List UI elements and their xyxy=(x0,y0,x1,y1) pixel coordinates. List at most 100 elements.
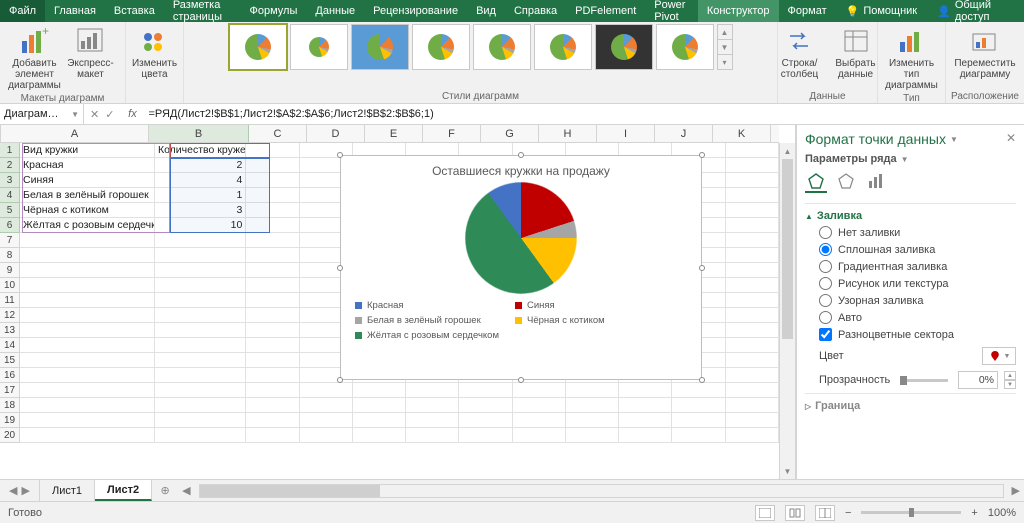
cell[interactable] xyxy=(619,383,672,398)
cell[interactable] xyxy=(619,413,672,428)
cell[interactable] xyxy=(726,368,779,383)
cell[interactable] xyxy=(619,398,672,413)
change-colors-button[interactable]: Изменить цвета xyxy=(129,24,181,82)
style-5[interactable] xyxy=(473,24,531,70)
zoom-in[interactable]: + xyxy=(971,507,977,519)
tab-design[interactable]: Конструктор xyxy=(698,0,779,22)
fill-none-radio[interactable]: Нет заливки xyxy=(819,226,1016,239)
cell[interactable] xyxy=(155,293,246,308)
cell[interactable] xyxy=(20,233,155,248)
cell[interactable]: 3 xyxy=(155,203,246,218)
cell[interactable]: 1 xyxy=(155,188,246,203)
cell[interactable] xyxy=(726,383,779,398)
cell[interactable] xyxy=(459,428,512,443)
cell[interactable] xyxy=(566,428,619,443)
cell[interactable] xyxy=(353,413,406,428)
formula-cancel[interactable]: ✕ xyxy=(90,108,99,121)
cell[interactable] xyxy=(246,368,299,383)
cell[interactable] xyxy=(246,233,299,248)
fill-gradient-radio[interactable]: Градиентная заливка xyxy=(819,260,1016,273)
col-header-E[interactable]: E xyxy=(365,125,423,142)
cell[interactable] xyxy=(20,353,155,368)
cell[interactable]: Чёрная с котиком xyxy=(20,203,155,218)
cell[interactable] xyxy=(353,428,406,443)
row-header[interactable]: 16 xyxy=(0,368,20,383)
sheet-tab-2[interactable]: Лист2 xyxy=(95,480,152,501)
chart-object[interactable]: Оставшиеся кружки на продажу КраснаяСиня… xyxy=(340,155,702,380)
zoom-level[interactable]: 100% xyxy=(988,507,1016,519)
col-header-I[interactable]: I xyxy=(597,125,655,142)
cell[interactable]: Вид кружки xyxy=(20,143,155,158)
cell[interactable]: Синяя xyxy=(20,173,155,188)
tab-file[interactable]: Файл xyxy=(0,0,45,22)
chart-legend[interactable]: КраснаяСиняяБелая в зелёный горошекЧёрна… xyxy=(341,294,701,347)
cell[interactable]: 4 xyxy=(155,173,246,188)
pie-plot[interactable] xyxy=(465,182,577,294)
cell[interactable] xyxy=(246,248,299,263)
cell[interactable] xyxy=(246,293,299,308)
tab-data[interactable]: Данные xyxy=(306,0,364,22)
cell[interactable] xyxy=(155,323,246,338)
hscroll-right[interactable]: ▶ xyxy=(1008,484,1024,497)
style-4[interactable] xyxy=(412,24,470,70)
cell[interactable] xyxy=(20,413,155,428)
cell[interactable] xyxy=(20,383,155,398)
row-header[interactable]: 14 xyxy=(0,338,20,353)
cell[interactable] xyxy=(246,428,299,443)
cell[interactable] xyxy=(246,173,299,188)
vary-colors-check[interactable]: Разноцветные сектора xyxy=(819,328,1016,341)
cell[interactable] xyxy=(300,398,353,413)
cell[interactable] xyxy=(246,398,299,413)
cell[interactable] xyxy=(20,398,155,413)
cell[interactable] xyxy=(406,428,459,443)
view-normal[interactable] xyxy=(755,505,775,521)
cell[interactable] xyxy=(726,158,779,173)
tab-insert[interactable]: Вставка xyxy=(105,0,164,22)
share-button[interactable]: 👤 Общий доступ xyxy=(927,0,1024,23)
cell[interactable] xyxy=(300,413,353,428)
cell[interactable] xyxy=(513,383,566,398)
cell[interactable] xyxy=(155,278,246,293)
horizontal-scrollbar[interactable] xyxy=(199,484,1004,498)
tab-format[interactable]: Формат xyxy=(779,0,836,22)
sheet-tab-1[interactable]: Лист1 xyxy=(40,480,95,501)
transparency-value[interactable]: 0% xyxy=(958,371,998,389)
cell[interactable] xyxy=(726,218,779,233)
cell[interactable] xyxy=(353,383,406,398)
switch-rowcol-button[interactable]: Строка/столбец xyxy=(774,24,826,82)
view-pagelayout[interactable] xyxy=(785,505,805,521)
move-chart-button[interactable]: Переместить диаграмму xyxy=(950,24,1020,82)
cell[interactable] xyxy=(20,293,155,308)
row-header[interactable]: 2 xyxy=(0,158,20,173)
col-header-B[interactable]: B xyxy=(149,125,249,142)
tell-me[interactable]: 💡 Помощник xyxy=(836,5,928,18)
fx-button[interactable]: fx xyxy=(120,108,144,120)
row-header[interactable]: 6 xyxy=(0,218,20,233)
cell[interactable] xyxy=(406,383,459,398)
cell[interactable] xyxy=(672,398,725,413)
row-header[interactable]: 8 xyxy=(0,248,20,263)
row-header[interactable]: 12 xyxy=(0,308,20,323)
select-data-button[interactable]: Выбрать данные xyxy=(830,24,882,82)
cell[interactable] xyxy=(726,233,779,248)
col-header-J[interactable]: J xyxy=(655,125,713,142)
col-header-F[interactable]: F xyxy=(423,125,481,142)
cell[interactable] xyxy=(20,308,155,323)
fill-line-tab[interactable] xyxy=(805,171,827,193)
row-header[interactable]: 17 xyxy=(0,383,20,398)
cell[interactable] xyxy=(513,398,566,413)
legend-item[interactable]: Синяя xyxy=(515,300,655,311)
tab-review[interactable]: Рецензирование xyxy=(364,0,467,22)
style-8[interactable] xyxy=(656,24,714,70)
series-options-tab[interactable] xyxy=(865,171,887,193)
cell[interactable] xyxy=(20,338,155,353)
cell[interactable] xyxy=(155,233,246,248)
cell[interactable] xyxy=(246,353,299,368)
worksheet-grid[interactable]: A B C D E F G H I J K L 1Вид кружкиКолич… xyxy=(0,125,796,479)
cell[interactable] xyxy=(20,278,155,293)
cell[interactable] xyxy=(726,308,779,323)
zoom-out[interactable]: − xyxy=(845,507,851,519)
change-chart-type-button[interactable]: Изменить тип диаграммы xyxy=(882,24,942,93)
row-header[interactable]: 11 xyxy=(0,293,20,308)
cell[interactable] xyxy=(246,338,299,353)
